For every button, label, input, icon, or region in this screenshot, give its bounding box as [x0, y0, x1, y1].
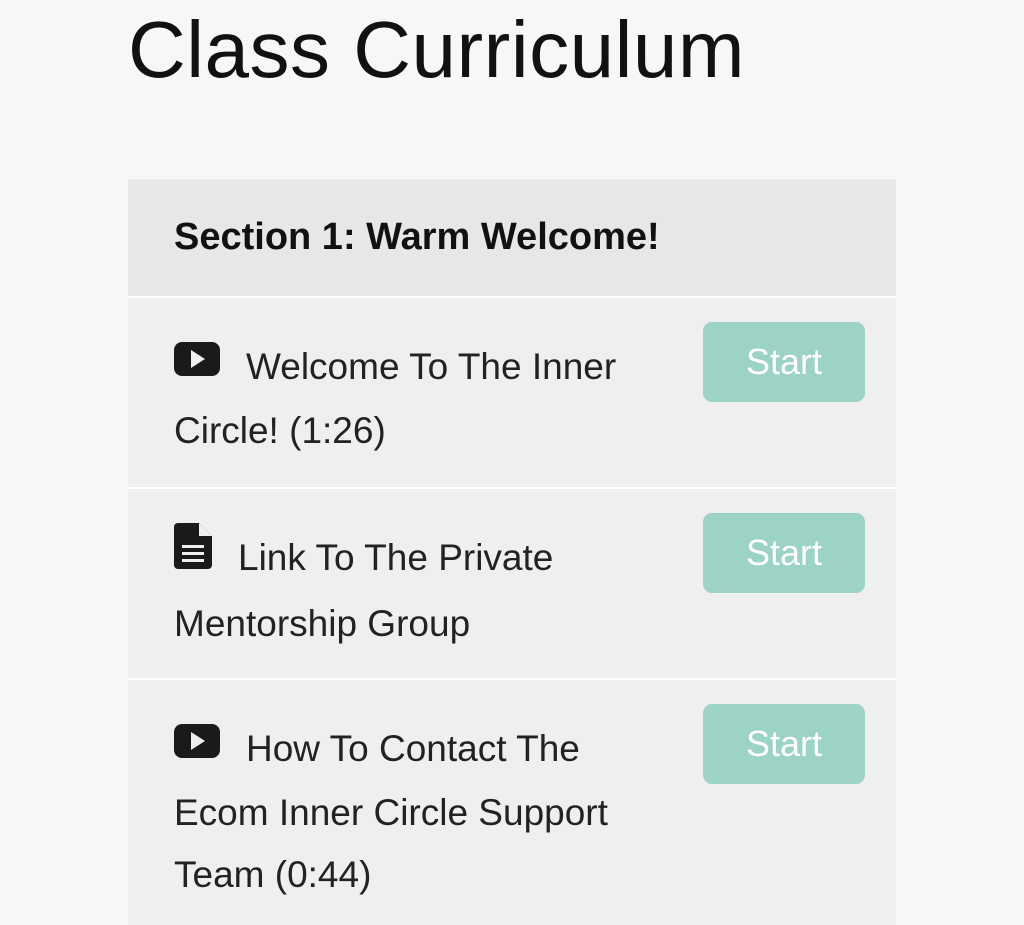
lecture-title-text: Link To The Private Mentorship Group: [174, 537, 554, 644]
lecture-title: Welcome To The Inner Circle! (1:26): [174, 336, 666, 462]
lecture-title-text: How To Contact The Ecom Inner Circle Sup…: [174, 728, 608, 896]
video-play-icon: [174, 715, 220, 777]
lecture-title-text: Welcome To The Inner Circle! (1:26): [174, 346, 617, 452]
start-button[interactable]: Start: [703, 513, 865, 593]
video-play-icon: [174, 333, 220, 395]
lecture-title: Link To The Private Mentorship Group: [174, 522, 666, 655]
section-title: Section 1: Warm Welcome!: [174, 216, 660, 258]
lecture-item[interactable]: How To Contact The Ecom Inner Circle Sup…: [128, 678, 896, 925]
page-title: Class Curriculum: [128, 5, 745, 94]
start-button[interactable]: Start: [703, 704, 865, 784]
section-header: Section 1: Warm Welcome!: [128, 179, 896, 296]
lecture-item[interactable]: Welcome To The Inner Circle! (1:26) Star…: [128, 296, 896, 487]
lecture-item[interactable]: Link To The Private Mentorship Group Sta…: [128, 487, 896, 678]
document-icon: [174, 522, 212, 588]
page: Class Curriculum Section 1: Warm Welcome…: [0, 0, 1024, 925]
lecture-title: How To Contact The Ecom Inner Circle Sup…: [174, 718, 666, 906]
curriculum-section: Section 1: Warm Welcome! Welcome To The …: [128, 179, 896, 925]
start-button[interactable]: Start: [703, 322, 865, 402]
